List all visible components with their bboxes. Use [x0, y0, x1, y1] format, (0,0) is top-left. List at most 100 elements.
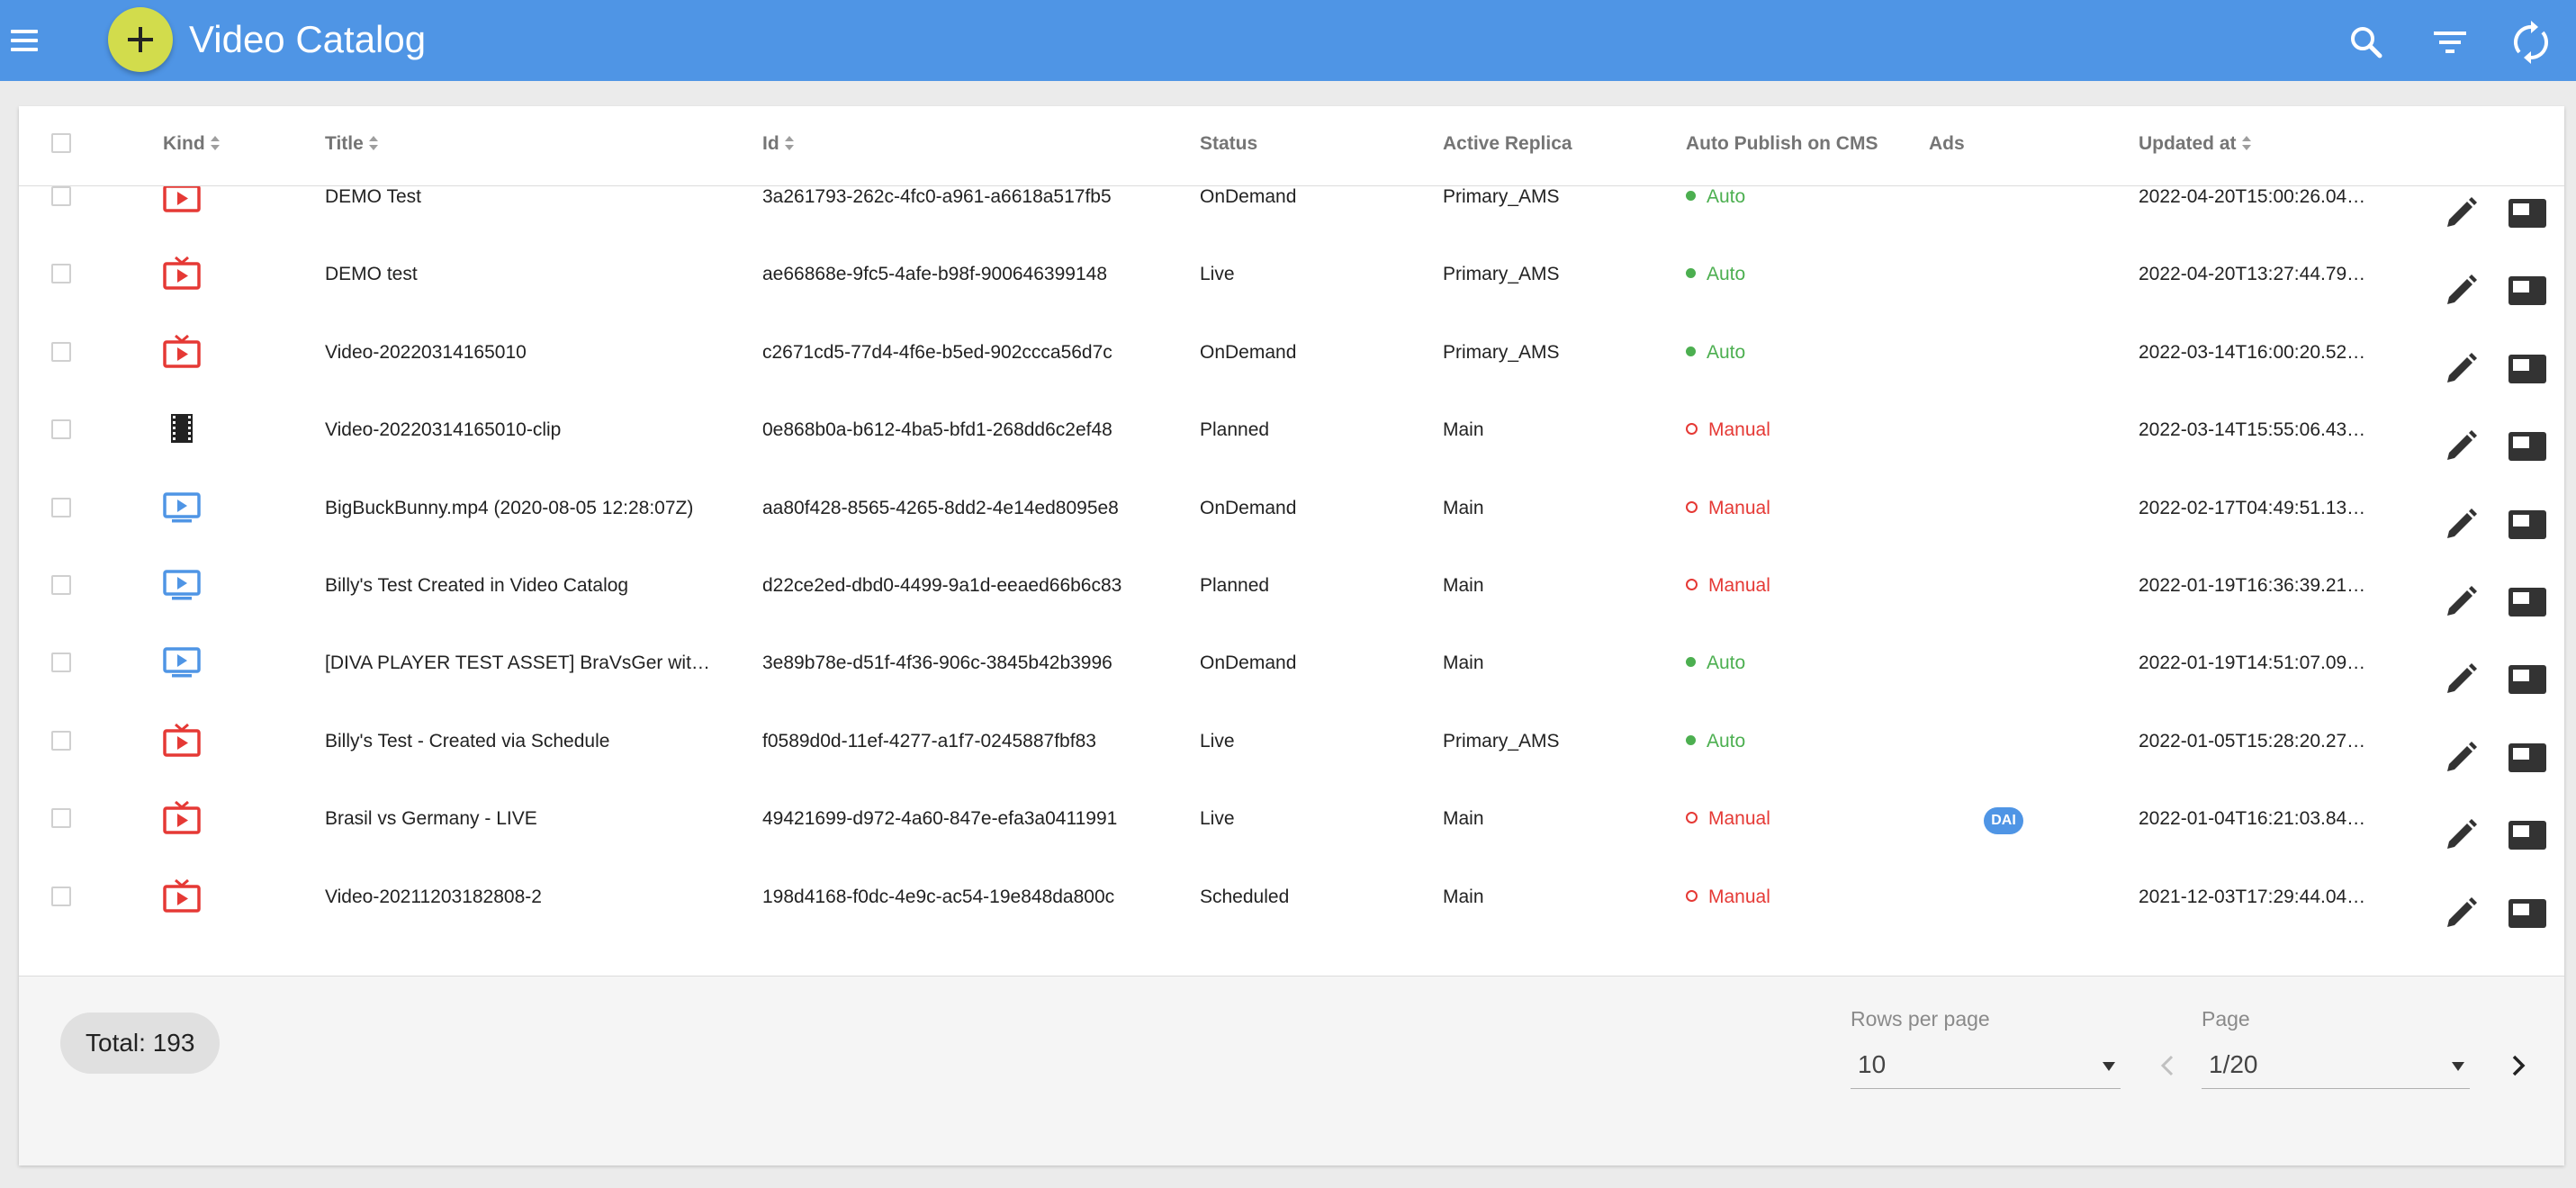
row-publish-label: Manual [1708, 575, 1770, 596]
table-row[interactable]: DEMO test ae66868e-9fc5-4afe-b98f-9006463… [19, 253, 2564, 330]
column-publish: Auto Publish on CMS [1686, 133, 1878, 155]
column-id[interactable]: Id [762, 133, 794, 155]
preview-button[interactable] [2508, 507, 2547, 547]
row-status: OnDemand [1200, 186, 1297, 207]
row-replica: Main [1443, 575, 1484, 596]
row-checkbox[interactable] [51, 419, 71, 440]
edit-button[interactable] [2443, 817, 2479, 858]
search-button[interactable] [2342, 18, 2391, 67]
row-status: Planned [1200, 575, 1270, 596]
row-id: ae66868e-9fc5-4afe-b98f-900646399148 [762, 264, 1107, 285]
table-row[interactable]: Video-20220314165010-clip 0e868b0a-b612-4… [19, 409, 2564, 486]
edit-button[interactable] [2443, 896, 2479, 936]
row-publish-status: Manual [1686, 498, 1770, 519]
ads-badge: DAI [1984, 807, 2023, 835]
row-updated: 2022-03-14T15:55:06.43… [2139, 419, 2366, 441]
preview-button[interactable] [2508, 662, 2547, 702]
sync-icon [2513, 21, 2549, 64]
edit-button[interactable] [2443, 351, 2479, 392]
edit-button[interactable] [2443, 195, 2479, 236]
menu-icon[interactable] [7, 22, 41, 58]
preview-button[interactable] [2508, 195, 2547, 236]
filter-button[interactable] [2426, 18, 2474, 67]
row-publish-label: Auto [1707, 652, 1746, 674]
table-row[interactable]: BigBuckBunny.mp4 (2020-08-05 12:28:07Z) a… [19, 487, 2564, 564]
preview-button[interactable] [2508, 273, 2547, 313]
row-title: BigBuckBunny.mp4 (2020-08-05 12:28:07Z) [325, 497, 694, 518]
ondemand-video-icon [162, 489, 202, 529]
add-video-button[interactable] [108, 7, 173, 72]
select-all-checkbox[interactable] [51, 133, 71, 153]
row-title: Video-20211203182808-2 [325, 886, 542, 907]
preview-panel-icon [2508, 742, 2546, 772]
status-dot-icon [1686, 578, 1698, 590]
rows-per-page-value: 10 [1858, 1050, 1887, 1078]
preview-button[interactable] [2508, 351, 2547, 392]
row-checkbox[interactable] [51, 730, 71, 751]
table-row[interactable]: Billy's Test - Created via Schedule f0589… [19, 720, 2564, 797]
row-checkbox[interactable] [51, 264, 71, 284]
pencil-icon [2447, 274, 2477, 305]
dropdown-arrow-icon [2103, 1062, 2115, 1071]
row-checkbox[interactable] [51, 341, 71, 362]
next-page-button[interactable] [2505, 1052, 2532, 1084]
edit-button[interactable] [2443, 662, 2479, 702]
edit-button[interactable] [2443, 507, 2479, 547]
table-row[interactable]: DEMO Test 3a261793-262c-4fc0-a961-a6618a5… [19, 186, 2564, 253]
table-row[interactable]: Billy's Test Created in Video Catalog d22… [19, 564, 2564, 642]
edit-button[interactable] [2443, 584, 2479, 625]
preview-button[interactable] [2508, 584, 2547, 625]
movie-clip-icon [162, 410, 202, 451]
page-title: Video Catalog [189, 18, 427, 60]
preview-button[interactable] [2508, 896, 2547, 936]
preview-button[interactable] [2508, 740, 2547, 780]
live-tv-icon [162, 722, 202, 762]
edit-button[interactable] [2443, 740, 2479, 780]
table-row[interactable]: Brasil vs Germany - LIVE 49421699-d972-4a… [19, 797, 2564, 875]
table-row[interactable]: Video-20220314165010 c2671cd5-77d4-4f6e-b… [19, 331, 2564, 409]
pencil-icon [2447, 430, 2477, 461]
row-checkbox[interactable] [51, 575, 71, 595]
row-publish-label: Manual [1708, 886, 1770, 907]
row-publish-status: Manual [1686, 575, 1770, 597]
row-status: Planned [1200, 419, 1270, 441]
edit-button[interactable] [2443, 428, 2479, 469]
row-publish-label: Manual [1708, 497, 1770, 518]
column-updated[interactable]: Updated at [2139, 133, 2251, 155]
rows-per-page-select[interactable]: 10 [1851, 1043, 2121, 1089]
row-publish-label: Manual [1708, 808, 1770, 830]
row-id: 3a261793-262c-4fc0-a961-a6618a517fb5 [762, 186, 1112, 207]
preview-button[interactable] [2508, 817, 2547, 858]
column-title[interactable]: Title [325, 133, 378, 155]
row-replica: Main [1443, 886, 1484, 907]
status-dot-icon [1686, 657, 1696, 668]
row-checkbox[interactable] [51, 808, 71, 829]
sync-button[interactable] [2507, 18, 2555, 67]
row-checkbox[interactable] [51, 497, 71, 518]
plus-icon [128, 27, 153, 52]
row-replica: Main [1443, 652, 1484, 674]
row-status: OnDemand [1200, 652, 1297, 674]
table-row[interactable]: [DIVA PLAYER TEST ASSET] BraVsGer wit… 3e… [19, 642, 2564, 719]
row-id: d22ce2ed-dbd0-4499-9a1d-eeaed66b6c83 [762, 575, 1122, 596]
status-dot-icon [1686, 268, 1696, 279]
row-title: Video-20220314165010 [325, 341, 527, 363]
row-checkbox[interactable] [51, 652, 71, 673]
page-select[interactable]: 1/20 [2202, 1043, 2470, 1089]
preview-button[interactable] [2508, 428, 2547, 469]
row-replica: Primary_AMS [1443, 730, 1560, 752]
preview-panel-icon [2508, 509, 2546, 539]
table-row[interactable]: Video-20211203182808-2 198d4168-f0dc-4e9c… [19, 876, 2564, 953]
prev-page-button[interactable] [2154, 1052, 2181, 1084]
pencil-icon [2447, 741, 2477, 771]
column-kind[interactable]: Kind [163, 133, 220, 155]
chevron-right-icon [2512, 1055, 2526, 1076]
live-tv-icon [162, 799, 202, 840]
row-checkbox[interactable] [51, 186, 71, 206]
edit-button[interactable] [2443, 273, 2479, 313]
row-updated: 2022-04-20T13:27:44.79… [2139, 264, 2366, 285]
row-replica: Main [1443, 419, 1484, 441]
row-checkbox[interactable] [51, 886, 71, 906]
row-publish-label: Auto [1707, 730, 1746, 752]
column-replica-label: Active Replica [1443, 133, 1572, 154]
